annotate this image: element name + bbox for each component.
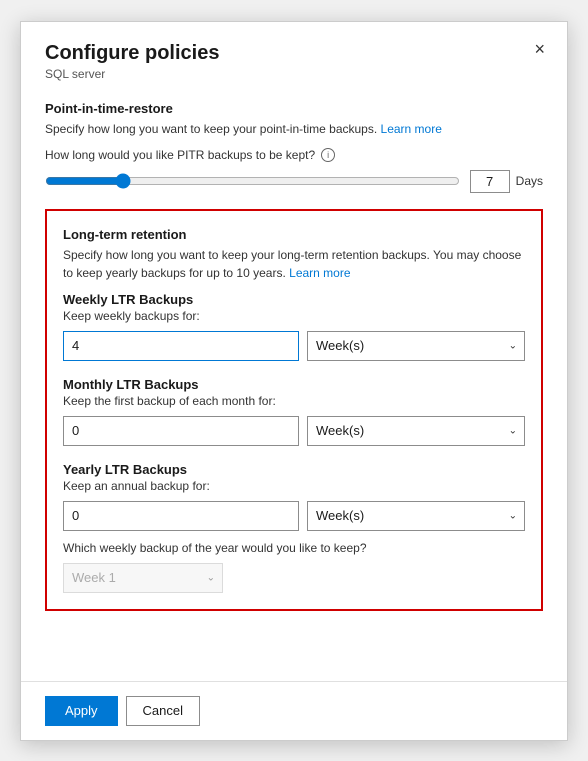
- monthly-ltr-value-input[interactable]: [63, 416, 299, 446]
- configure-policies-dialog: × Configure policies SQL server Point-in…: [20, 21, 568, 741]
- pitr-info-icon[interactable]: i: [321, 148, 335, 162]
- week1-select: Week 1 Week 2 Week 3 Week 4: [63, 563, 223, 593]
- yearly-ltr-unit-wrap: Week(s) Month(s) Year(s) ⌄: [307, 501, 525, 531]
- pitr-days-label: Days: [516, 174, 543, 188]
- ltr-title: Long-term retention: [63, 227, 525, 242]
- pitr-days-wrap: Days: [470, 170, 543, 193]
- ltr-description: Specify how long you want to keep your l…: [63, 246, 525, 282]
- weekly-ltr-unit-wrap: Week(s) Month(s) Year(s) ⌄: [307, 331, 525, 361]
- yearly-ltr-input-row: Week(s) Month(s) Year(s) ⌄: [63, 501, 525, 531]
- cancel-button[interactable]: Cancel: [126, 696, 200, 726]
- monthly-ltr-desc: Keep the first backup of each month for:: [63, 394, 525, 408]
- pitr-learn-more-link[interactable]: Learn more: [381, 122, 442, 136]
- dialog-subtitle: SQL server: [45, 67, 543, 81]
- weekly-ltr-subsection: Weekly LTR Backups Keep weekly backups f…: [63, 292, 525, 361]
- ltr-section: Long-term retention Specify how long you…: [45, 209, 543, 611]
- dialog-header: Configure policies SQL server: [21, 22, 567, 93]
- weekly-ltr-input-row: Week(s) Month(s) Year(s) ⌄: [63, 331, 525, 361]
- week1-select-wrap: Week 1 Week 2 Week 3 Week 4 ⌄: [63, 563, 223, 593]
- weekly-ltr-desc: Keep weekly backups for:: [63, 309, 525, 323]
- monthly-ltr-unit-wrap: Week(s) Month(s) Year(s) ⌄: [307, 416, 525, 446]
- pitr-section-title: Point-in-time-restore: [45, 101, 543, 116]
- pitr-description: Specify how long you want to keep your p…: [45, 120, 543, 138]
- yearly-ltr-subsection: Yearly LTR Backups Keep an annual backup…: [63, 462, 525, 593]
- pitr-slider-row: Days: [45, 170, 543, 193]
- weekly-ltr-unit-select[interactable]: Week(s) Month(s) Year(s): [307, 331, 525, 361]
- which-week-label: Which weekly backup of the year would yo…: [63, 541, 525, 555]
- weekly-ltr-title: Weekly LTR Backups: [63, 292, 525, 307]
- dialog-title: Configure policies: [45, 42, 543, 65]
- monthly-ltr-input-row: Week(s) Month(s) Year(s) ⌄: [63, 416, 525, 446]
- close-button[interactable]: ×: [530, 38, 549, 60]
- pitr-slider[interactable]: [45, 173, 460, 189]
- yearly-ltr-desc: Keep an annual backup for:: [63, 479, 525, 493]
- apply-button[interactable]: Apply: [45, 696, 118, 726]
- yearly-ltr-title: Yearly LTR Backups: [63, 462, 525, 477]
- pitr-question: How long would you like PITR backups to …: [45, 148, 543, 162]
- ltr-learn-more-link[interactable]: Learn more: [289, 266, 350, 280]
- pitr-section: Point-in-time-restore Specify how long y…: [45, 101, 543, 193]
- monthly-ltr-unit-select[interactable]: Week(s) Month(s) Year(s): [307, 416, 525, 446]
- dialog-footer: Apply Cancel: [21, 681, 567, 740]
- weekly-ltr-value-input[interactable]: [63, 331, 299, 361]
- monthly-ltr-title: Monthly LTR Backups: [63, 377, 525, 392]
- dialog-content: Point-in-time-restore Specify how long y…: [21, 93, 567, 681]
- pitr-days-input[interactable]: [470, 170, 510, 193]
- yearly-ltr-value-input[interactable]: [63, 501, 299, 531]
- yearly-ltr-unit-select[interactable]: Week(s) Month(s) Year(s): [307, 501, 525, 531]
- monthly-ltr-subsection: Monthly LTR Backups Keep the first backu…: [63, 377, 525, 446]
